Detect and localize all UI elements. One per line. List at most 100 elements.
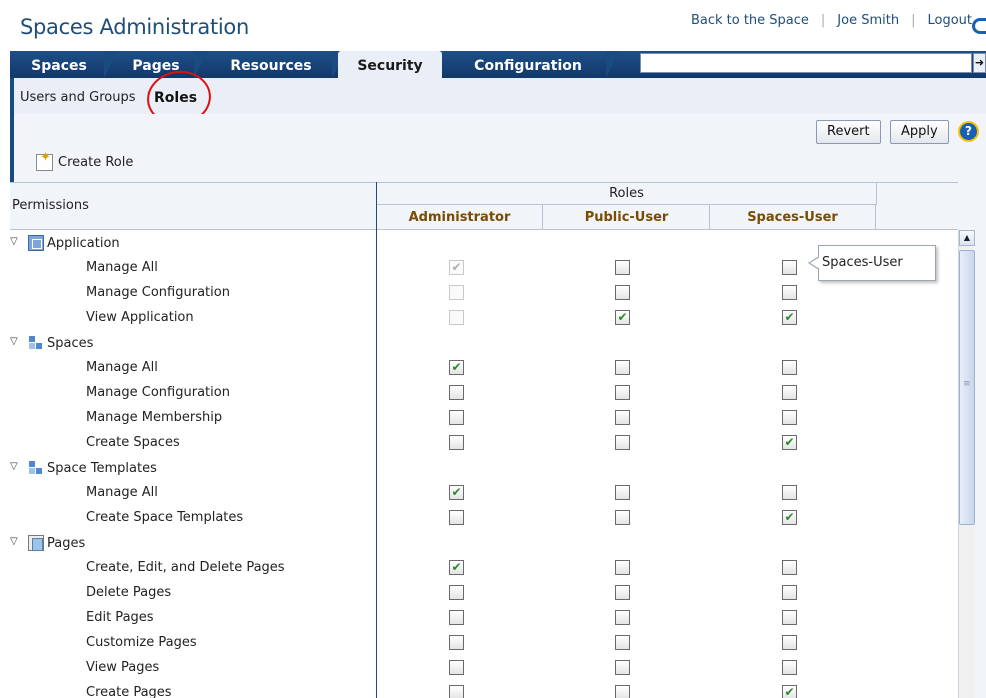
create-role-button[interactable]: Create Role — [36, 150, 134, 171]
app-title: Spaces Administration — [20, 15, 249, 39]
permission-checkbox-spaces-user[interactable]: ✔ — [782, 435, 797, 450]
permission-checkbox-public-user[interactable] — [615, 660, 630, 675]
permission-checkbox-public-user[interactable] — [615, 610, 630, 625]
permission-checkbox-administrator[interactable] — [449, 410, 464, 425]
permission-row: Manage All ✔ — [10, 355, 958, 380]
permission-checkbox-spaces-user[interactable] — [782, 635, 797, 650]
permission-row: Manage Configuration — [10, 380, 958, 405]
permission-checkbox-public-user[interactable] — [615, 635, 630, 650]
permission-row: Manage Membership — [10, 405, 958, 430]
collapse-toggle-icon[interactable]: ▽ — [10, 236, 18, 247]
permission-row: Manage All ✔ — [10, 480, 958, 505]
group-label-wrap: Application — [28, 235, 120, 251]
permission-checkbox-public-user[interactable]: ✔ — [615, 310, 630, 325]
permission-checkbox-public-user[interactable] — [615, 510, 630, 525]
permission-checkbox-spaces-user[interactable] — [782, 610, 797, 625]
user-name-link[interactable]: Joe Smith — [837, 13, 899, 28]
permission-checkbox-administrator[interactable] — [449, 585, 464, 600]
permission-checkbox-public-user[interactable] — [615, 585, 630, 600]
collapse-toggle-icon[interactable]: ▽ — [10, 536, 18, 547]
scroll-up-icon[interactable]: ▲ — [959, 230, 975, 246]
role-header-public-user[interactable]: Public-User — [544, 205, 710, 230]
permission-checkbox-public-user[interactable] — [615, 360, 630, 375]
permission-checkbox-administrator[interactable] — [449, 385, 464, 400]
apply-button[interactable]: Apply — [890, 120, 949, 144]
permission-checkbox-spaces-user[interactable] — [782, 660, 797, 675]
permission-checkbox-spaces-user[interactable]: ✔ — [782, 310, 797, 325]
permission-group-row: ▽ Space Templates — [10, 455, 958, 480]
permission-checkbox-public-user[interactable] — [615, 410, 630, 425]
group-label-wrap: Pages — [28, 535, 85, 551]
permission-label: Create Space Templates — [86, 510, 244, 525]
permission-checkbox-spaces-user[interactable] — [782, 485, 797, 500]
space-templates-icon — [28, 460, 44, 476]
spaces-icon — [28, 335, 44, 351]
permission-checkbox-spaces-user[interactable] — [782, 585, 797, 600]
collapse-toggle-icon[interactable]: ▽ — [10, 336, 18, 347]
permission-checkbox-spaces-user[interactable] — [782, 560, 797, 575]
tab-security[interactable]: Security — [338, 51, 442, 78]
permission-checkbox-administrator[interactable]: ✔ — [449, 360, 464, 375]
role-header-administrator[interactable]: Administrator — [377, 205, 543, 230]
role-header-spaces-user[interactable]: Spaces-User — [710, 205, 876, 230]
permission-checkbox-spaces-user[interactable]: ✔ — [782, 685, 797, 698]
search-go-icon[interactable]: ➜ — [973, 53, 986, 73]
permission-group-row: ▽ Pages — [10, 530, 958, 555]
permission-row: View Pages — [10, 655, 958, 680]
permission-checkbox-spaces-user[interactable] — [782, 410, 797, 425]
vertical-scrollbar[interactable]: ▲ — [958, 230, 975, 698]
permission-label: Create, Edit, and Delete Pages — [86, 560, 285, 575]
permission-checkbox-administrator[interactable] — [449, 685, 464, 698]
back-to-space-link[interactable]: Back to the Space — [691, 13, 809, 28]
permission-checkbox-spaces-user[interactable]: ✔ — [782, 510, 797, 525]
permission-checkbox-spaces-user[interactable] — [782, 385, 797, 400]
permission-label: Edit Pages — [86, 610, 154, 625]
permission-checkbox-public-user[interactable] — [615, 685, 630, 698]
permission-label: Manage Membership — [86, 410, 223, 425]
permission-checkbox-administrator[interactable] — [449, 610, 464, 625]
permission-checkbox-spaces-user[interactable] — [782, 360, 797, 375]
permission-checkbox-administrator — [449, 285, 464, 300]
group-label: Pages — [47, 535, 86, 551]
permission-label: Manage All — [86, 485, 158, 500]
permission-label: Create Pages — [86, 685, 172, 698]
group-label: Spaces — [47, 335, 94, 351]
permission-checkbox-public-user[interactable] — [615, 385, 630, 400]
permission-checkbox-public-user[interactable] — [615, 285, 630, 300]
search-input[interactable] — [640, 53, 972, 73]
brand-logo-icon — [972, 18, 986, 34]
main-tab-bar: Spaces Pages Resources Security Configur… — [10, 51, 986, 78]
permission-row: Create Pages ✔ — [10, 680, 958, 698]
permission-checkbox-administrator[interactable]: ✔ — [449, 560, 464, 575]
permission-label: Customize Pages — [86, 635, 197, 650]
permission-checkbox-administrator[interactable] — [449, 635, 464, 650]
create-role-label: Create Role — [58, 155, 134, 170]
permission-checkbox-public-user[interactable] — [615, 560, 630, 575]
group-label: Space Templates — [47, 460, 157, 476]
application-icon — [28, 235, 44, 251]
permission-label: Manage Configuration — [86, 385, 230, 400]
permission-row: Create Space Templates ✔ — [10, 505, 958, 530]
permission-checkbox-public-user[interactable] — [615, 485, 630, 500]
logout-link[interactable]: Logout — [927, 13, 972, 28]
table-header: Permissions Roles Administrator Public-U… — [10, 182, 958, 230]
tab-resources[interactable]: Resources — [210, 51, 346, 78]
permission-checkbox-administrator[interactable] — [449, 510, 464, 525]
permission-checkbox-spaces-user[interactable] — [782, 285, 797, 300]
permission-checkbox-public-user[interactable] — [615, 260, 630, 275]
tab-configuration[interactable]: Configuration — [450, 51, 620, 78]
group-label: Application — [47, 235, 120, 251]
collapse-toggle-icon[interactable]: ▽ — [10, 461, 18, 472]
revert-button[interactable]: Revert — [816, 120, 881, 144]
permission-checkbox-administrator: ✔ — [449, 260, 464, 275]
permission-checkbox-spaces-user[interactable] — [782, 260, 797, 275]
link-separator: | — [820, 13, 826, 28]
subtab-users-and-groups[interactable]: Users and Groups — [20, 90, 135, 105]
permission-checkbox-administrator[interactable]: ✔ — [449, 485, 464, 500]
permission-checkbox-administrator[interactable] — [449, 660, 464, 675]
tab-spaces[interactable]: Spaces — [14, 51, 118, 78]
scrollbar-thumb[interactable] — [959, 250, 975, 525]
permission-checkbox-public-user[interactable] — [615, 435, 630, 450]
permission-checkbox-administrator[interactable] — [449, 435, 464, 450]
help-icon[interactable]: ? — [958, 121, 979, 142]
